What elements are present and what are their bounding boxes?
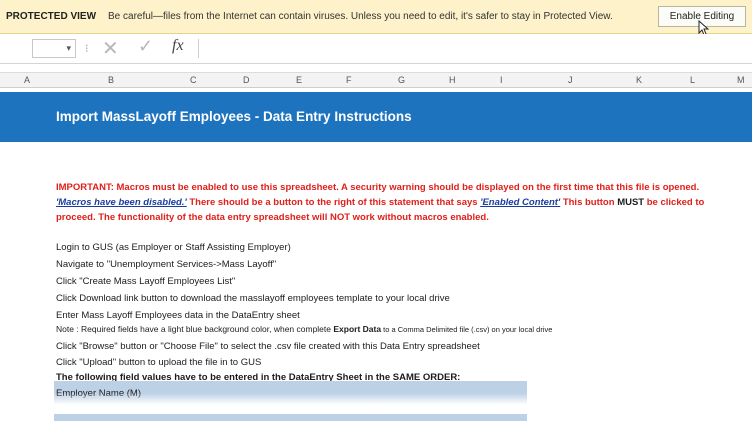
column-header-row: A B C D E F G H I J K L M xyxy=(0,72,752,88)
note-prefix: Note : Required fields have a light blue… xyxy=(56,324,334,334)
protected-view-label: PROTECTED VIEW xyxy=(6,11,97,22)
column-header-a[interactable]: A xyxy=(24,75,30,85)
column-header-c[interactable]: C xyxy=(190,75,197,85)
enter-check-icon[interactable]: ✓ xyxy=(138,36,153,57)
column-header-e[interactable]: E xyxy=(296,75,302,85)
must-text: MUST xyxy=(617,197,645,208)
protected-view-bar: PROTECTED VIEW Be careful—files from the… xyxy=(0,0,752,36)
note-export-data: Export Data xyxy=(333,324,382,334)
name-box[interactable]: ▾ xyxy=(32,39,76,58)
column-header-b[interactable]: B xyxy=(108,75,114,85)
cancel-icon[interactable]: ✕ xyxy=(102,36,119,61)
chevron-down-icon[interactable]: ▾ xyxy=(66,43,71,54)
column-header-i[interactable]: I xyxy=(500,75,503,85)
required-fields-note: Note : Required fields have a light blue… xyxy=(56,324,552,334)
column-header-m[interactable]: M xyxy=(737,75,745,85)
drag-handle-icon[interactable]: ⁝ xyxy=(85,42,89,55)
column-header-g[interactable]: G xyxy=(398,75,405,85)
column-header-h[interactable]: H xyxy=(449,75,456,85)
warning-text-2: There should be a button to the right of… xyxy=(186,197,481,208)
warning-text-3: This button xyxy=(560,197,618,208)
instruction-step-1: Login to GUS (as Employer or Staff Assis… xyxy=(56,242,291,253)
column-header-j[interactable]: J xyxy=(568,75,573,85)
page-title: Import MassLayoff Employees - Data Entry… xyxy=(56,109,412,124)
column-header-f[interactable]: F xyxy=(346,75,352,85)
macros-disabled-link[interactable]: 'Macros have been disabled.' xyxy=(56,197,187,208)
insert-function-icon[interactable]: fx xyxy=(172,37,184,55)
title-banner: Import MassLayoff Employees - Data Entry… xyxy=(0,92,752,142)
instruction-step-6: Click "Browse" button or "Choose File" t… xyxy=(56,341,480,352)
torn-page-fade xyxy=(0,393,752,414)
column-header-k[interactable]: K xyxy=(636,75,642,85)
note-suffix: to a Comma Delimited file (.csv) on your… xyxy=(381,325,553,334)
instruction-step-3: Click "Create Mass Layoff Employees List… xyxy=(56,276,236,287)
instruction-step-7: Click "Upload" button to upload the file… xyxy=(56,357,262,368)
instruction-step-4: Click Download link button to download t… xyxy=(56,293,450,304)
protected-view-message: Be careful—files from the Internet can c… xyxy=(108,11,613,22)
instruction-step-5: Enter Mass Layoff Employees data in the … xyxy=(56,310,300,321)
formula-input[interactable] xyxy=(198,39,752,58)
macro-warning: IMPORTANT: Macros must be enabled to use… xyxy=(56,180,736,225)
column-header-l[interactable]: L xyxy=(690,75,695,85)
warning-text-1: IMPORTANT: Macros must be enabled to use… xyxy=(56,182,700,193)
enabled-content-link[interactable]: 'Enabled Content' xyxy=(480,197,560,208)
instruction-step-2: Navigate to "Unemployment Services->Mass… xyxy=(56,259,277,270)
column-header-d[interactable]: D xyxy=(243,75,250,85)
formula-bar: ▾ ⁝ ✕ ✓ fx xyxy=(0,34,752,64)
